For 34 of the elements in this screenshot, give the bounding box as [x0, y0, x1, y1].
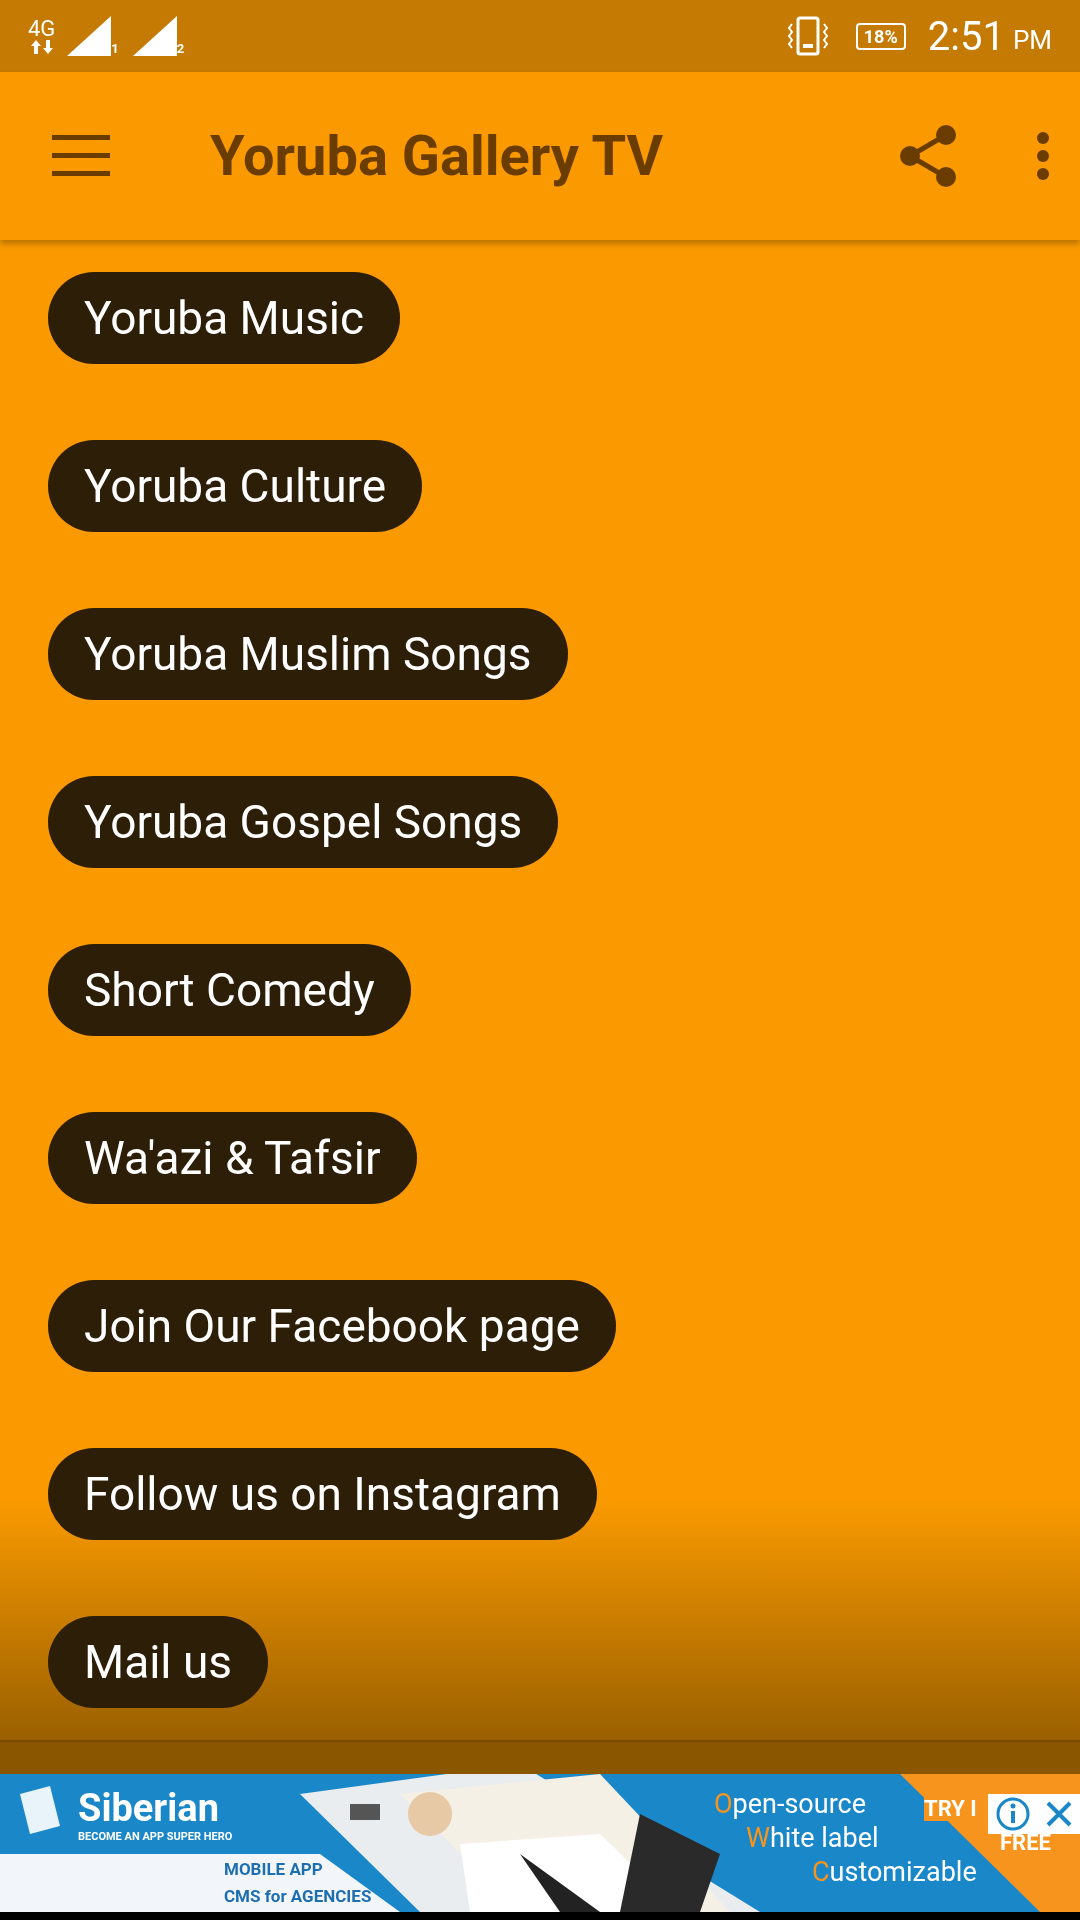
- menu-button[interactable]: Yoruba Music: [48, 272, 401, 364]
- menu-button[interactable]: Yoruba Gospel Songs: [48, 776, 559, 868]
- sim-label: 1: [111, 41, 119, 56]
- share-icon[interactable]: [900, 125, 956, 187]
- menu-button[interactable]: Follow us on Instagram: [48, 1448, 597, 1540]
- app-title: Yoruba Gallery TV: [210, 123, 665, 189]
- menu-button[interactable]: Short Comedy: [48, 944, 411, 1036]
- signal-icon: [67, 16, 112, 56]
- ad-banner[interactable]: Siberian BECOME AN APP SUPER HERO MOBILE APP CMS for AGENCIES Open-source TRY I White label FREE Customizable: [0, 1774, 1080, 1912]
- more-options-icon[interactable]: [1036, 131, 1050, 181]
- menu-button[interactable]: Mail us: [48, 1616, 269, 1708]
- ad-feature: Open-source: [714, 1788, 866, 1820]
- menu-button[interactable]: Yoruba Muslim Songs: [48, 608, 568, 700]
- ad-tagline: BECOME AN APP SUPER HERO: [78, 1830, 233, 1843]
- menu-button[interactable]: Wa'azi & Tafsir: [48, 1112, 417, 1204]
- ad-feature: White label: [746, 1822, 879, 1854]
- ad-text: CMS for AGENCIES: [224, 1886, 372, 1906]
- menu-icon[interactable]: [52, 135, 110, 177]
- ad-text: MOBILE APP: [224, 1859, 323, 1879]
- clock-period: PM: [1012, 25, 1052, 55]
- ad-feature: Customizable: [812, 1856, 977, 1888]
- vibrate-icon: [785, 16, 830, 56]
- ad-cta: TRY I: [924, 1796, 977, 1821]
- close-icon[interactable]: [1044, 1800, 1073, 1828]
- network-indicator: 4G: [28, 18, 56, 54]
- sim-label: 2: [176, 41, 185, 56]
- menu-button[interactable]: Yoruba Culture: [48, 440, 423, 532]
- info-icon[interactable]: [995, 1797, 1030, 1831]
- battery-indicator: 18%: [855, 22, 906, 50]
- data-arrows-icon: [29, 40, 54, 54]
- ad-brand: Siberian: [78, 1786, 219, 1830]
- signal-icon: [132, 16, 177, 56]
- clock-time: 2:51: [927, 12, 1005, 60]
- menu-button[interactable]: Join Our Facebook page: [48, 1280, 616, 1372]
